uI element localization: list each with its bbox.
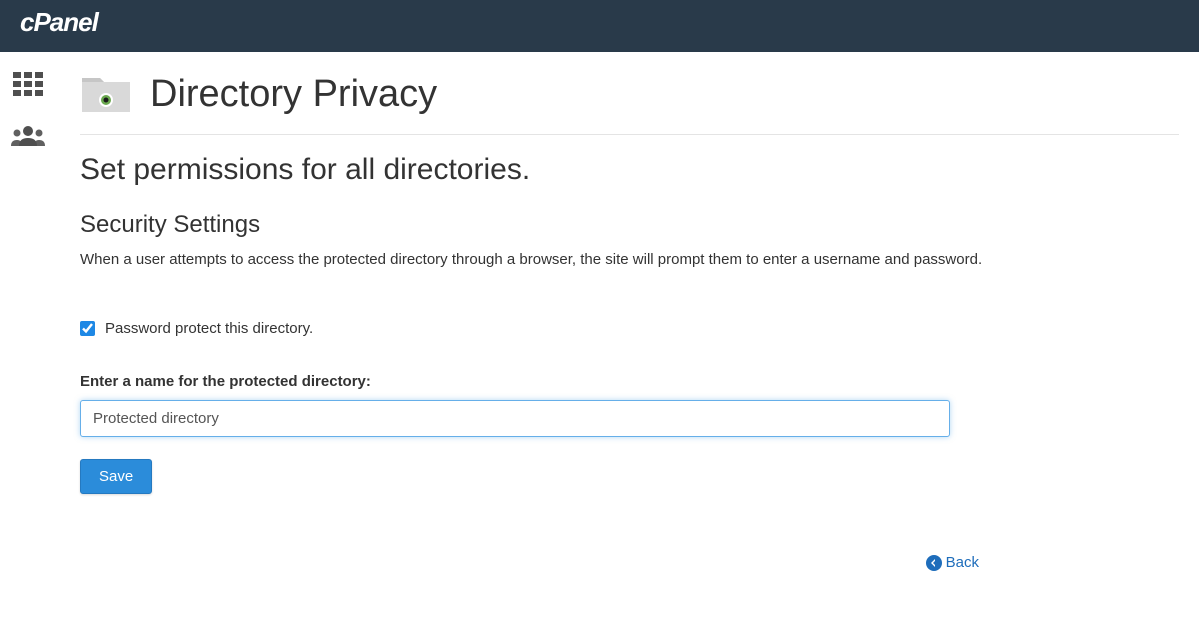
back-arrow-icon	[926, 555, 942, 571]
apps-grid-icon[interactable]	[11, 70, 45, 98]
directory-privacy-icon	[80, 72, 132, 116]
section-description: When a user attempts to access the prote…	[80, 249, 1179, 272]
directory-name-label: Enter a name for the protected directory…	[80, 373, 1179, 390]
cpanel-logo: cPanel	[20, 9, 140, 44]
directory-name-input[interactable]	[80, 400, 950, 437]
back-link-label: Back	[946, 554, 979, 571]
top-navigation-bar: cPanel	[0, 0, 1199, 52]
password-protect-checkbox-row: Password protect this directory.	[80, 320, 1179, 337]
section-title: Security Settings	[80, 211, 1179, 239]
back-link[interactable]: Back	[926, 554, 979, 571]
svg-text:cPanel: cPanel	[20, 9, 100, 37]
page-title: Directory Privacy	[150, 73, 437, 116]
save-button[interactable]: Save	[80, 459, 152, 494]
password-protect-label[interactable]: Password protect this directory.	[105, 320, 313, 337]
page-header: Directory Privacy	[80, 72, 1179, 135]
left-sidebar	[0, 52, 56, 602]
password-protect-checkbox[interactable]	[80, 321, 95, 336]
main-content: Directory Privacy Set permissions for al…	[56, 52, 1199, 602]
users-icon[interactable]	[11, 122, 45, 150]
page-subtitle: Set permissions for all directories.	[80, 153, 1179, 187]
